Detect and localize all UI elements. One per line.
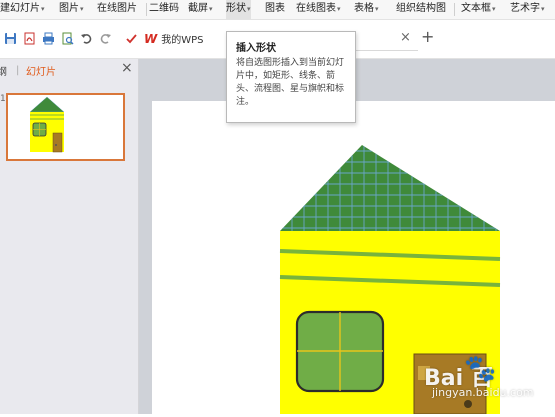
chevron-down-icon: ▾ [541, 5, 545, 13]
wps-logo-icon: W [144, 32, 158, 46]
insert-shape-tooltip: 插入形状 将自选图形插入到当前幻灯片中，如矩形、线条、箭头、流程图、星与旗帜和标… [226, 31, 356, 123]
print-icon[interactable] [42, 32, 55, 45]
watermark-url: jingyan.baidu.com [432, 386, 534, 399]
close-tab-icon[interactable]: × [400, 30, 411, 45]
my-wps-tab[interactable]: W 我的WPS [144, 31, 204, 48]
thumbnail-house-drawing [29, 96, 65, 153]
tab-slides[interactable]: 幻灯片 [26, 63, 56, 78]
slide-number: 1 [0, 94, 6, 104]
menu-item-label: 艺术字 [510, 3, 540, 14]
menu-item-label: 组织结构图 [396, 3, 446, 14]
chevron-down-icon: ▾ [492, 5, 496, 13]
tooltip-body: 将自选图形插入到当前幻灯片中，如矩形、线条、箭头、流程图、星与旗帜和标注。 [236, 58, 345, 107]
chevron-down-icon: ▾ [80, 5, 84, 13]
menu-item-11[interactable]: 艺术字▾ [510, 0, 545, 19]
chevron-down-icon: ▾ [375, 5, 379, 13]
menu-item-label: 图片 [59, 3, 79, 14]
tab-outline[interactable]: 纲 [0, 63, 7, 78]
chevron-down-icon: ▾ [337, 5, 341, 13]
paw-icon: 🐾 [464, 354, 497, 384]
menu-item-label: 文本框 [461, 3, 491, 14]
menu-item-0[interactable]: 建幻灯片▾ [0, 0, 45, 19]
save-icon[interactable] [4, 32, 17, 45]
menu-item-label: 二维码 [149, 3, 179, 14]
ribbon-menu-bar: 建幻灯片▾ 图片▾ 在线图片 二维码 截屏▾ 形状▾ 图表 在线图表▾ 表格▾ 组织结构图 文本框▾… [0, 0, 555, 20]
slide-thumbnail[interactable] [6, 93, 125, 161]
pane-tabs: 纲 | 幻灯片 × [0, 59, 138, 81]
house-window[interactable] [295, 310, 385, 393]
menu-item-label: 建幻灯片 [0, 3, 40, 14]
close-pane-icon[interactable]: × [121, 60, 133, 76]
menu-item-6[interactable]: 图表 [265, 0, 285, 19]
menu-item-2[interactable]: 在线图片 [97, 0, 137, 19]
menu-item-10[interactable]: 文本框▾ [461, 0, 496, 19]
chevron-down-icon: ▾ [41, 5, 45, 13]
pane-tab-divider: | [16, 65, 20, 76]
menu-item-label: 表格 [354, 3, 374, 14]
customize-toolbar-icon[interactable] [125, 32, 138, 45]
new-tab-icon[interactable]: + [421, 27, 434, 46]
menu-item-8[interactable]: 表格▾ [354, 0, 379, 19]
my-wps-label: 我的WPS [161, 35, 204, 46]
menu-item-label: 截屏 [188, 3, 208, 14]
export-pdf-icon[interactable] [23, 32, 36, 45]
menu-item-5[interactable]: 形状▾ [226, 0, 251, 19]
roof-shape[interactable] [280, 145, 500, 231]
menu-item-7[interactable]: 在线图表▾ [296, 0, 341, 19]
menu-item-label: 形状 [226, 3, 246, 14]
baidu-watermark: Bai 百 🐾 jingyan.baidu.com [424, 354, 554, 410]
menu-divider [454, 3, 455, 16]
menu-item-label: 在线图片 [97, 3, 137, 14]
undo-icon[interactable] [80, 32, 93, 45]
slide-pane: 纲 | 幻灯片 × 1 [0, 59, 139, 414]
menu-item-9[interactable]: 组织结构图 [396, 0, 446, 19]
menu-item-4[interactable]: 截屏▾ [188, 0, 213, 19]
menu-item-label: 在线图表 [296, 3, 336, 14]
menu-divider [146, 3, 147, 16]
menu-item-label: 图表 [265, 3, 285, 14]
redo-icon[interactable] [99, 32, 112, 45]
chevron-down-icon: ▾ [209, 5, 213, 13]
menu-item-1[interactable]: 图片▾ [59, 0, 84, 19]
print-preview-icon[interactable] [61, 32, 74, 45]
chevron-down-icon: ▾ [247, 5, 251, 13]
menu-item-3[interactable]: 二维码 [149, 0, 179, 19]
tooltip-title: 插入形状 [236, 43, 276, 54]
